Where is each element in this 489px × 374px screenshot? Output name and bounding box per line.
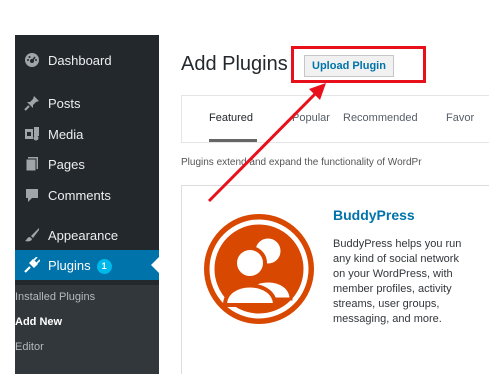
- sidebar-item-pages[interactable]: Pages: [15, 149, 159, 179]
- sidebar-item-label: Pages: [48, 157, 85, 172]
- plug-icon: [24, 257, 40, 273]
- plugin-name-link[interactable]: BuddyPress: [333, 207, 415, 223]
- sidebar-item-appearance[interactable]: Appearance: [15, 220, 159, 250]
- buddypress-icon[interactable]: [203, 213, 315, 325]
- active-menu-notch: [151, 257, 159, 273]
- submenu-add-new[interactable]: Add New: [15, 316, 62, 336]
- plugin-card: BuddyPress BuddyPress helps you run any …: [181, 185, 489, 374]
- plugin-filter-bar: Featured Popular Recommended Favor: [181, 95, 489, 143]
- pages-icon: [24, 156, 40, 172]
- tab-featured[interactable]: Featured: [209, 112, 253, 124]
- sidebar-item-label: Comments: [48, 188, 111, 203]
- brush-icon: [24, 227, 40, 243]
- sidebar-item-label: Media: [48, 127, 84, 142]
- tab-favorites[interactable]: Favor: [446, 112, 474, 124]
- tab-recommended[interactable]: Recommended: [343, 112, 418, 124]
- current-tab-underline: [209, 139, 257, 142]
- sidebar-item-posts[interactable]: Posts: [15, 88, 159, 118]
- submenu-editor[interactable]: Editor: [15, 341, 44, 361]
- sidebar-item-label: Dashboard: [48, 53, 112, 68]
- update-count-badge: 1: [96, 259, 112, 274]
- sidebar-item-media[interactable]: Media: [15, 119, 159, 149]
- submenu-installed-plugins[interactable]: Installed Plugins: [15, 291, 95, 311]
- upload-plugin-button[interactable]: Upload Plugin: [304, 55, 394, 77]
- sidebar-item-label-plugins: Plugins 1: [48, 258, 112, 274]
- sidebar-item-label: Posts: [48, 96, 81, 111]
- sidebar-item-dashboard[interactable]: Dashboard: [15, 45, 159, 75]
- tab-popular[interactable]: Popular: [292, 112, 330, 124]
- admin-sidebar: Dashboard Posts Media Pages Comments App…: [15, 35, 159, 374]
- sidebar-item-comments[interactable]: Comments: [15, 180, 159, 210]
- plugins-description: Plugins extend and expand the functional…: [181, 157, 422, 168]
- page-title: Add Plugins: [181, 53, 288, 75]
- sidebar-item-plugins[interactable]: Plugins 1: [15, 250, 159, 280]
- plugin-description: BuddyPress helps you run any kind of soc…: [333, 238, 462, 325]
- plugins-label-text: Plugins: [48, 258, 91, 273]
- plugins-submenu: Installed Plugins Add New Editor: [15, 285, 159, 374]
- media-icon: [24, 126, 40, 142]
- sidebar-item-label: Appearance: [48, 228, 119, 243]
- comment-icon: [24, 187, 40, 203]
- pin-icon: [24, 95, 40, 111]
- dashboard-icon: [24, 52, 40, 68]
